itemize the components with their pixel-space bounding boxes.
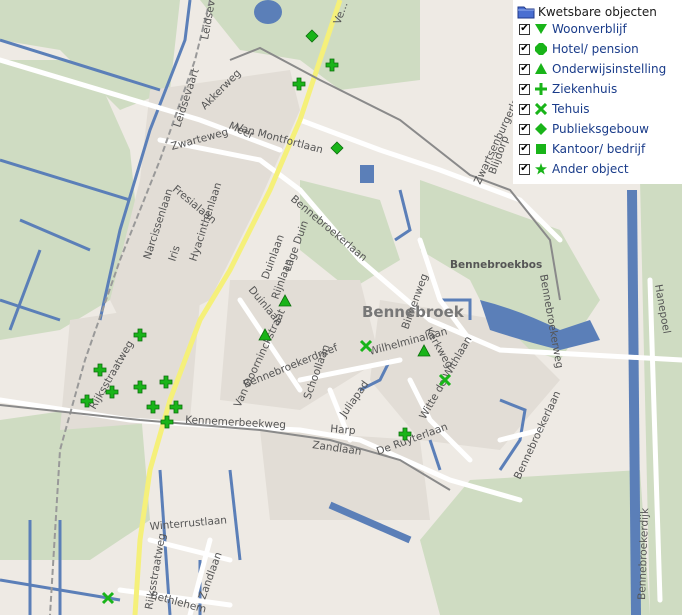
triangle-up-icon [534,62,548,76]
x-icon [534,102,548,116]
legend-label: Hotel/ pension [552,42,639,56]
legend-label: Ander object [552,162,629,176]
legend-item-ziekenhuis[interactable]: ✔ Ziekenhuis [519,80,617,98]
ringvaart-canal [627,189,641,615]
triangle-down-icon [534,22,548,36]
legend-item-ander-object[interactable]: ✔ Ander object [519,160,629,178]
legend-item-tehuis[interactable]: ✔ Tehuis [519,100,589,118]
legend-label: Woonverblijf [552,22,627,36]
legend-checkbox[interactable]: ✔ [519,123,530,135]
legend-item-publieksgebouw[interactable]: ✔ Publieksgebouw [519,120,649,138]
town-label: Bennebroek [362,303,465,321]
legend-checkbox[interactable]: ✔ [519,143,530,155]
legend-label: Onderwijsinstelling [552,62,667,76]
pond-small-water [360,165,374,183]
lake-water [254,0,282,24]
legend-checkbox[interactable]: ✔ [519,63,530,75]
star-icon [534,162,548,176]
square-icon [534,142,548,156]
legend-label: Tehuis [552,102,590,116]
octagon-icon [534,42,548,56]
legend-item-hotel[interactable]: ✔ Hotel/ pension [519,40,639,58]
legend-checkbox[interactable]: ✔ [519,163,530,175]
street-label: Harp [330,423,357,437]
legend-label: Ziekenhuis [552,82,618,96]
legend-item-onderwijsinstelling[interactable]: ✔ Onderwijsinstelling [519,60,666,78]
legend-label: Publieksgebouw [552,122,649,136]
legend-label: Kantoor/ bedrijf [552,142,646,156]
legend-checkbox[interactable]: ✔ [519,23,530,35]
legend-item-kantoor[interactable]: ✔ Kantoor/ bedrijf [519,140,645,158]
folder-icon [517,6,535,19]
area-label: Bennebroekbos [450,259,542,271]
legend-title: Kwetsbare objecten [538,5,657,19]
legend-panel: Kwetsbare objecten ✔ Woonverblijf ✔ Hote… [513,0,682,184]
diamond-icon [534,122,548,136]
legend-checkbox[interactable]: ✔ [519,43,530,55]
legend-item-woonverblijf[interactable]: ✔ Woonverblijf [519,20,627,38]
legend-checkbox[interactable]: ✔ [519,103,530,115]
legend-checkbox[interactable]: ✔ [519,83,530,95]
legend-header[interactable]: Kwetsbare objecten [517,3,657,21]
plus-icon [534,82,548,96]
